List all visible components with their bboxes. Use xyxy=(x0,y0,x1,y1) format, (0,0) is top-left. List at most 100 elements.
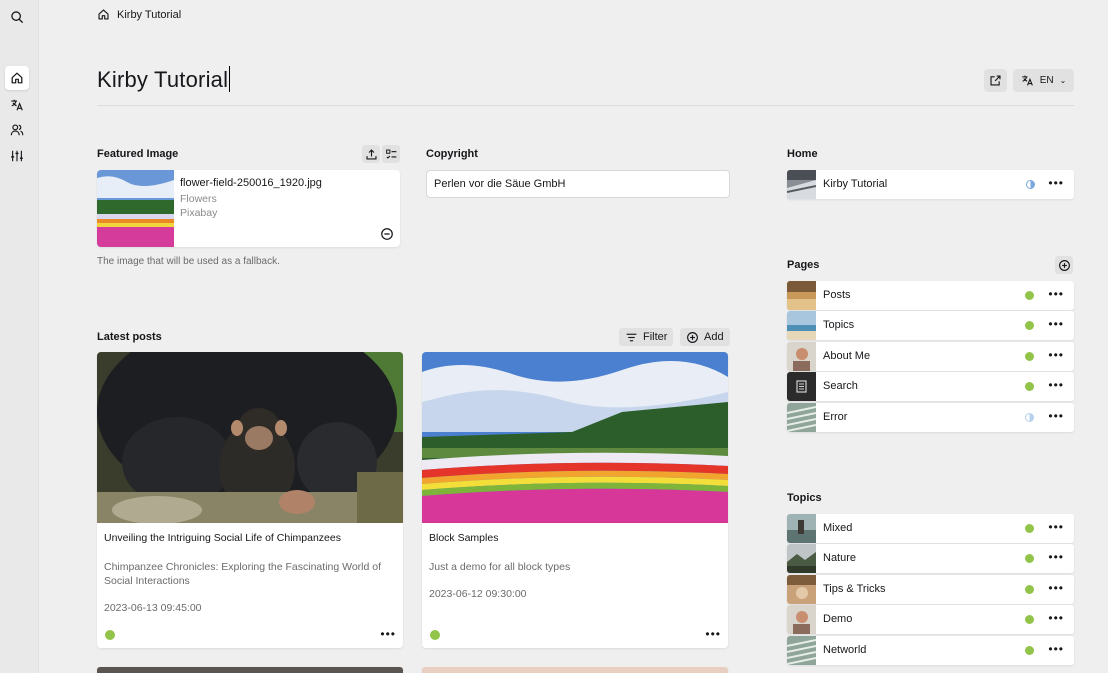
topic-item-mixed[interactable]: Mixed ••• xyxy=(787,514,1074,543)
status-listed-icon[interactable] xyxy=(1025,291,1034,300)
latest-posts-label: Latest posts xyxy=(97,331,162,343)
nature-thumbnail xyxy=(787,544,816,573)
featured-image-item[interactable]: flower-field-250016_1920.jpg Flowers Pix… xyxy=(97,170,400,247)
page-item-title: Posts xyxy=(823,289,851,301)
topic-item-demo[interactable]: Demo ••• xyxy=(787,605,1074,634)
add-page-button[interactable] xyxy=(1055,256,1073,274)
page-item-search[interactable]: Search ••• xyxy=(787,372,1074,401)
breadcrumb-label[interactable]: Kirby Tutorial xyxy=(117,9,181,21)
page-item-title: About Me xyxy=(823,350,871,362)
status-listed-icon[interactable] xyxy=(1025,382,1034,391)
status-listed-icon[interactable] xyxy=(1025,646,1034,655)
status-listed-icon[interactable] xyxy=(1025,524,1034,533)
topic-item-title: Mixed xyxy=(823,522,853,534)
home-item-title: Kirby Tutorial xyxy=(823,178,888,190)
translate-icon xyxy=(11,99,23,111)
select-file-button[interactable] xyxy=(382,145,400,163)
page-item-title: Topics xyxy=(823,319,855,331)
search-icon xyxy=(11,11,23,23)
menu-system[interactable] xyxy=(5,144,29,168)
topics-section-label: Topics xyxy=(787,492,822,504)
options-icon[interactable]: ••• xyxy=(1048,520,1064,534)
settings-sliders-icon xyxy=(11,150,23,162)
post-card[interactable] xyxy=(422,667,728,673)
options-icon[interactable]: ••• xyxy=(380,627,396,641)
filter-label: Filter xyxy=(643,331,668,343)
options-icon[interactable]: ••• xyxy=(1048,176,1064,190)
topic-item-title: Networld xyxy=(823,644,867,656)
page-title[interactable]: Kirby Tutorial xyxy=(97,66,231,93)
posts-thumbnail xyxy=(787,281,816,310)
page-item-title: Error xyxy=(823,411,848,423)
page-item-topics[interactable]: Topics ••• xyxy=(787,311,1074,340)
copyright-label: Copyright xyxy=(426,148,478,160)
post-card[interactable]: Block Samples Just a demo for all block … xyxy=(422,352,728,648)
status-listed-icon[interactable] xyxy=(1025,352,1034,361)
options-icon[interactable]: ••• xyxy=(1048,611,1064,625)
page-item-posts[interactable]: Posts ••• xyxy=(787,281,1074,310)
options-icon[interactable]: ••• xyxy=(1048,287,1064,301)
topic-item-title: Demo xyxy=(823,613,853,625)
page-item-title: Search xyxy=(823,380,858,392)
topic-item-tips-tricks[interactable]: Tips & Tricks ••• xyxy=(787,575,1074,604)
home-icon xyxy=(11,72,23,84)
status-listed-icon[interactable] xyxy=(105,630,115,640)
post-title: Unveiling the Intriguing Social Life of … xyxy=(104,532,341,544)
breadcrumb[interactable]: Kirby Tutorial xyxy=(97,8,181,21)
about-me-thumbnail xyxy=(787,342,816,371)
options-icon[interactable]: ••• xyxy=(1048,409,1064,423)
error-thumbnail xyxy=(787,403,816,432)
filter-button[interactable]: Filter xyxy=(619,328,674,346)
add-circle-icon xyxy=(687,331,698,343)
status-unlisted-icon[interactable] xyxy=(1026,180,1035,189)
topic-item-nature[interactable]: Nature ••• xyxy=(787,544,1074,573)
pages-section-label: Pages xyxy=(787,259,820,271)
post-title: Block Samples xyxy=(429,532,499,544)
options-icon[interactable]: ••• xyxy=(1048,378,1064,392)
featured-image-help: The image that will be used as a fallbac… xyxy=(97,256,280,267)
home-thumbnail xyxy=(787,170,816,199)
status-unlisted-icon[interactable] xyxy=(1025,413,1034,422)
upload-button[interactable] xyxy=(362,145,380,163)
page-item-about-me[interactable]: About Me ••• xyxy=(787,342,1074,371)
page-item-error[interactable]: Error ••• xyxy=(787,403,1074,432)
post-card[interactable] xyxy=(97,667,403,673)
options-icon[interactable]: ••• xyxy=(1048,317,1064,331)
chimpanzee-image xyxy=(97,352,403,523)
flower-field-thumbnail xyxy=(97,170,174,247)
add-post-button[interactable]: Add xyxy=(680,328,730,346)
featured-image-label: Featured Image xyxy=(97,148,179,160)
options-icon[interactable]: ••• xyxy=(1048,550,1064,564)
copyright-value: Perlen vor die Säue GmbH xyxy=(434,178,566,190)
menu-languages[interactable] xyxy=(5,93,29,117)
topic-item-networld[interactable]: Networld ••• xyxy=(787,636,1074,665)
language-dropdown[interactable]: EN ⌄ xyxy=(1013,69,1074,92)
menu-users[interactable] xyxy=(5,118,29,142)
options-icon[interactable]: ••• xyxy=(1048,581,1064,595)
options-icon[interactable]: ••• xyxy=(1048,348,1064,362)
remove-image-button[interactable] xyxy=(380,227,394,241)
home-page-item[interactable]: Kirby Tutorial ••• xyxy=(787,170,1074,199)
demo-thumbnail xyxy=(787,605,816,634)
add-circle-icon xyxy=(1058,259,1070,271)
post-date: 2023-06-13 09:45:00 xyxy=(104,602,202,614)
panel-menu xyxy=(0,0,39,673)
options-icon[interactable]: ••• xyxy=(705,627,721,641)
menu-home[interactable] xyxy=(5,66,29,90)
status-listed-icon[interactable] xyxy=(1025,585,1034,594)
checklist-icon xyxy=(385,149,396,159)
featured-image-filename: flower-field-250016_1920.jpg xyxy=(180,177,322,189)
networld-thumbnail xyxy=(787,636,816,665)
open-page-button[interactable] xyxy=(984,69,1007,92)
mixed-thumbnail xyxy=(787,514,816,543)
options-icon[interactable]: ••• xyxy=(1048,642,1064,656)
status-listed-icon[interactable] xyxy=(1025,615,1034,624)
copyright-input[interactable]: Perlen vor die Säue GmbH xyxy=(426,170,730,198)
status-listed-icon[interactable] xyxy=(1025,554,1034,563)
post-card[interactable]: Unveiling the Intriguing Social Life of … xyxy=(97,352,403,648)
status-listed-icon[interactable] xyxy=(1025,321,1034,330)
search-button[interactable] xyxy=(5,5,29,29)
status-listed-icon[interactable] xyxy=(430,630,440,640)
tips-tricks-thumbnail xyxy=(787,575,816,604)
header-divider xyxy=(97,105,1074,106)
